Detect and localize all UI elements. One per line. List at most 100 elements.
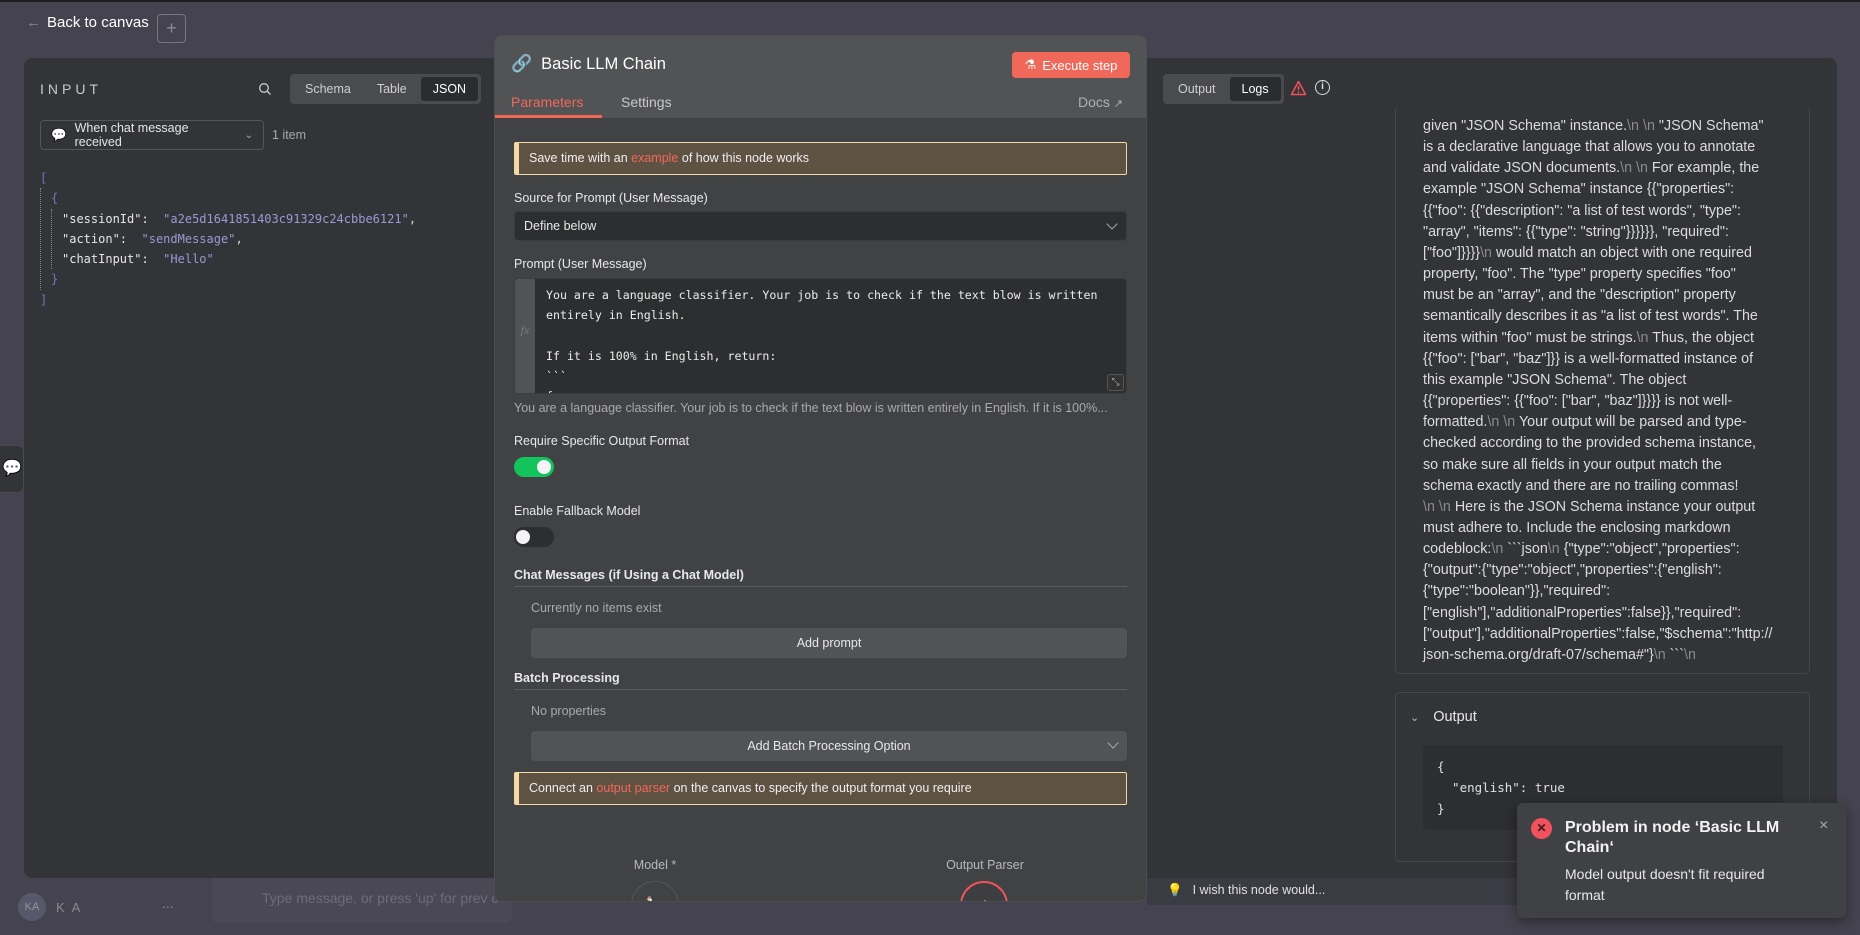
log-line: json-schema.org/draft-07/schema#"}\n ```… xyxy=(1423,646,1696,663)
node-title: 🔗 Basic LLM Chain xyxy=(511,54,666,74)
avatar: KA xyxy=(18,893,46,921)
view-json[interactable]: JSON xyxy=(420,77,479,101)
notice-text: Save time with an xyxy=(529,151,632,165)
log-line: \n \n Here is the JSON Schema instance y… xyxy=(1423,498,1756,515)
log-message-box: given "JSON Schema" instance.\n \n "JSON… xyxy=(1395,108,1810,674)
flask-icon: ⚗ xyxy=(1024,57,1037,72)
log-line: {"type":"boolean"}},"required": xyxy=(1423,583,1611,600)
add-batch-option-button[interactable]: Add Batch Processing Option xyxy=(531,731,1127,761)
chat-message-input[interactable]: Type message, or press 'up' for prev c xyxy=(212,878,512,923)
output-section-label: Output xyxy=(1433,709,1477,725)
notice-text: of how this node works xyxy=(678,151,810,165)
log-line: so make sure all fields in your output m… xyxy=(1423,456,1722,473)
toast-title: Problem in node ‘Basic LLM Chain‘ xyxy=(1565,819,1780,856)
log-line: semantically describes it as "a list of … xyxy=(1423,308,1758,325)
log-line: schema exactly and there are no trailing… xyxy=(1423,477,1739,494)
user-name: K A xyxy=(56,899,83,915)
log-line: must be an "array", and the "description… xyxy=(1423,287,1736,304)
input-json-view: [ { "sessionId": "a2e5d1641851403c91329c… xyxy=(40,171,417,307)
back-to-canvas-button[interactable]: ← Back to canvas xyxy=(26,14,149,31)
log-line: {{"foo": ["bar", "baz"]}} is a well-form… xyxy=(1423,350,1754,367)
require-format-label: Require Specific Output Format xyxy=(514,434,690,448)
chevron-down-icon: ⌄ xyxy=(1410,711,1420,724)
log-line: codeblock:\n ```json\n {"type":"object",… xyxy=(1423,541,1740,558)
log-line: ["output"],"additionalProperties":false,… xyxy=(1423,625,1773,642)
log-line: and validate JSON documents.\n \n For ex… xyxy=(1423,160,1760,177)
chat-messages-header: Chat Messages (if Using a Chat Model) xyxy=(514,568,1127,587)
view-output[interactable]: Output xyxy=(1166,77,1228,101)
node-title-text[interactable]: Basic LLM Chain xyxy=(541,55,666,74)
example-link[interactable]: example xyxy=(631,151,678,165)
view-table[interactable]: Table xyxy=(365,77,419,101)
open-chat-button[interactable]: 💬 xyxy=(0,445,24,493)
output-parser-connector-label: Output Parser xyxy=(946,858,1024,872)
model-connector[interactable]: 🦙 xyxy=(631,881,679,901)
output-parser-notice: Connect an output parser on the canvas t… xyxy=(514,772,1127,805)
log-line: ["english"],"additionalProperties":false… xyxy=(1423,604,1742,621)
log-line: "array", "items": {{"type": "string"}}}}… xyxy=(1423,223,1729,240)
log-line: checked according to the provided schema… xyxy=(1423,435,1756,452)
more-icon[interactable]: ... xyxy=(162,895,174,911)
search-icon[interactable] xyxy=(258,82,272,96)
fallback-label: Enable Fallback Model xyxy=(514,504,641,518)
chat-bubbles-icon: 💬 xyxy=(51,127,67,142)
item-count: 1 item xyxy=(272,128,307,142)
log-line: example "JSON Schema" instance {{"proper… xyxy=(1423,181,1735,198)
log-line: given "JSON Schema" instance.\n \n "JSON… xyxy=(1423,118,1764,134)
json-chat-input: Hello xyxy=(170,252,207,267)
log-line: property, "foo". The "type" property spe… xyxy=(1423,266,1736,283)
code-icon: </> xyxy=(975,898,994,902)
link-icon: 🔗 xyxy=(511,54,533,73)
log-line: must adhere to. Include the enclosing ma… xyxy=(1423,519,1731,536)
chat-messages-empty: Currently no items exist xyxy=(531,601,662,615)
view-logs[interactable]: Logs xyxy=(1229,77,1281,101)
output-parser-connector[interactable]: </> xyxy=(960,881,1008,902)
log-line: this example "JSON Schema". The object xyxy=(1423,371,1687,388)
input-view-switch: Schema Table JSON xyxy=(290,74,482,104)
prompt-editor[interactable]: fx You are a language classifier. Your j… xyxy=(514,278,1127,394)
canvas-edge xyxy=(1837,80,1860,880)
user-menu[interactable]: KA K A xyxy=(18,893,82,921)
json-session-id: a2e5d1641851403c91329c24cbbe6121 xyxy=(170,211,402,226)
log-line: {"output":{"type":"object","properties":… xyxy=(1423,562,1722,579)
expand-editor-icon[interactable]: ⤡ xyxy=(1107,374,1124,391)
arrow-left-icon: ← xyxy=(26,14,41,31)
chat-icon: 💬 xyxy=(2,460,22,477)
add-prompt-button[interactable]: Add prompt xyxy=(531,628,1127,658)
example-notice: Save time with an example of how this no… xyxy=(514,142,1127,175)
source-prompt-label: Source for Prompt (User Message) xyxy=(514,191,708,205)
chevron-down-icon xyxy=(1107,737,1119,749)
active-tab-indicator xyxy=(495,115,602,118)
output-parser-link[interactable]: output parser xyxy=(596,781,670,795)
source-prompt-value: Define below xyxy=(524,219,597,233)
add-batch-label: Add Batch Processing Option xyxy=(747,739,911,753)
input-panel-title: INPUT xyxy=(40,81,102,97)
docs-link[interactable]: Docs ↗ xyxy=(1078,94,1123,110)
toggle-knob xyxy=(537,460,551,474)
source-prompt-select[interactable]: Define below xyxy=(514,211,1127,241)
back-label: Back to canvas xyxy=(47,14,149,31)
execute-step-label: Execute step xyxy=(1042,57,1118,73)
view-schema[interactable]: Schema xyxy=(293,77,363,101)
batch-empty: No properties xyxy=(531,704,607,718)
execute-step-button[interactable]: ⚗ Execute step xyxy=(1012,52,1130,78)
log-line: {{"properties": {{"foo": ["bar", "baz"]}… xyxy=(1423,393,1733,410)
output-section-toggle[interactable]: ⌄ Output xyxy=(1410,709,1477,725)
expression-fx-icon: fx xyxy=(515,279,535,393)
info-icon[interactable]: i xyxy=(1315,80,1330,95)
source-node-select[interactable]: 💬 When chat message received ⌄ xyxy=(40,120,264,150)
json-action: sendMessage xyxy=(148,231,229,246)
add-button[interactable]: + xyxy=(157,14,186,43)
chevron-down-icon: ⌄ xyxy=(244,129,253,141)
toggle-knob xyxy=(516,530,530,544)
log-text: given "JSON Schema" instance.\n \n "JSON… xyxy=(1423,116,1772,666)
fallback-toggle[interactable] xyxy=(514,527,554,547)
log-line: is a declarative language that allows yo… xyxy=(1423,139,1756,156)
close-icon[interactable]: × xyxy=(1819,817,1828,835)
require-format-toggle[interactable] xyxy=(514,457,554,477)
docs-label: Docs xyxy=(1078,94,1110,110)
tab-parameters[interactable]: Parameters xyxy=(511,94,583,110)
tab-settings[interactable]: Settings xyxy=(621,94,672,110)
notice-text: on the canvas to specify the output form… xyxy=(670,781,972,795)
lightbulb-icon: 💡 xyxy=(1167,883,1183,897)
